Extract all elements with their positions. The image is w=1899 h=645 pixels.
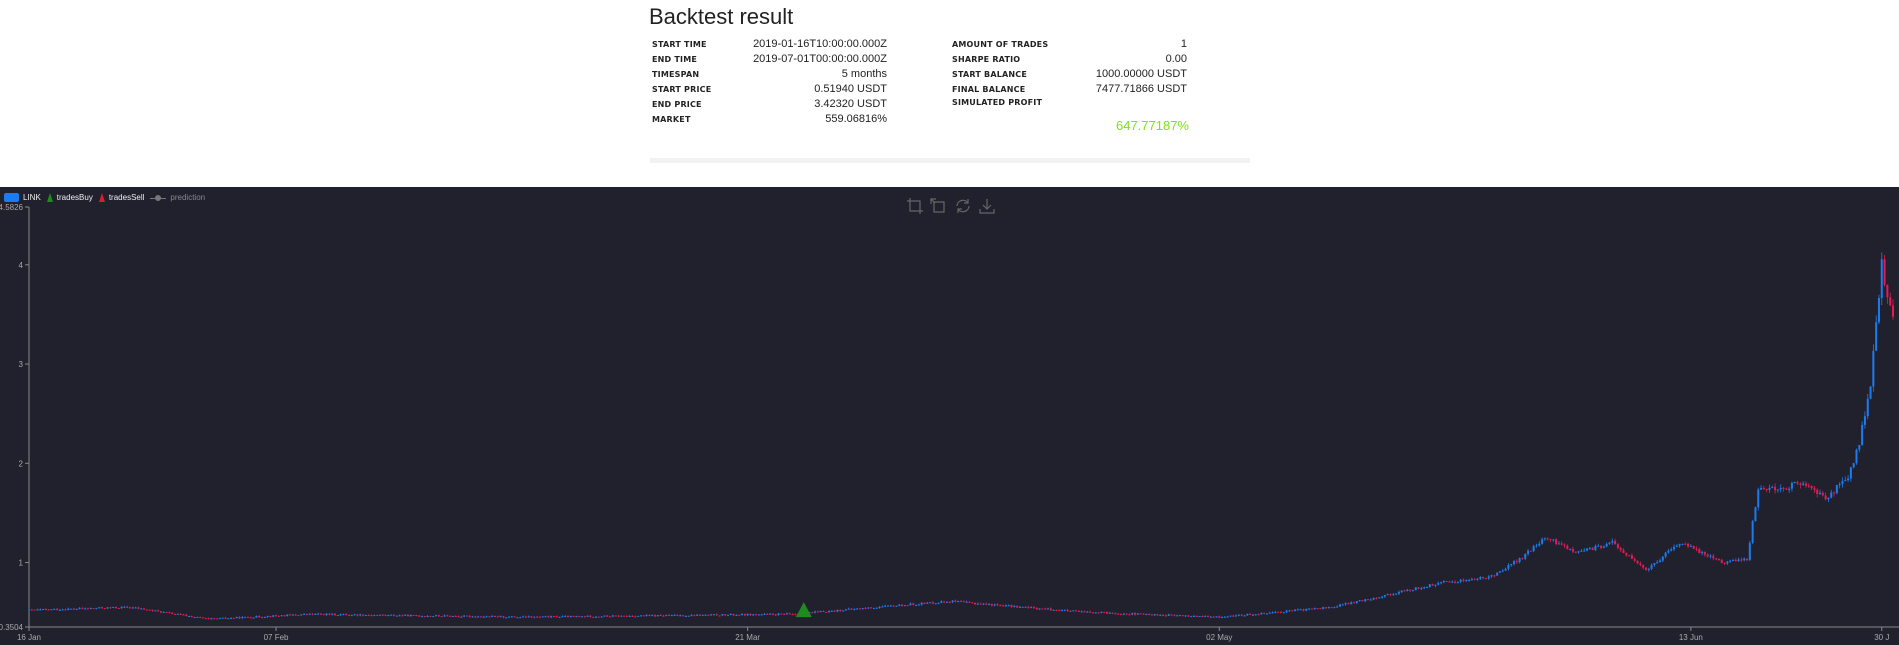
- legend-label: tradesBuy: [56, 193, 93, 202]
- legend-label: prediction: [170, 193, 206, 202]
- legend-item-prediction[interactable]: prediction: [150, 193, 205, 202]
- stat-row-amount-of-trades: AMOUNT OF TRADES 1: [952, 38, 1187, 53]
- stat-value: 1000.00000 USDT: [1095, 68, 1187, 80]
- stat-label: END PRICE: [652, 100, 702, 109]
- backtest-summary-panel: Backtest result START TIME 2019-01-16T10:…: [0, 0, 1899, 187]
- divider: [650, 158, 1250, 163]
- stat-label: START TIME: [652, 40, 707, 49]
- stat-label: END TIME: [652, 55, 698, 64]
- stat-row-final-balance: FINAL BALANCE 7477.71866 USDT: [952, 83, 1187, 98]
- stat-row-end-price: END PRICE 3.42320 USDT: [652, 98, 887, 113]
- stat-label: TIMESPAN: [652, 70, 700, 79]
- stat-row-start-time: START TIME 2019-01-16T10:00:00.000Z: [652, 38, 887, 53]
- stat-label: AMOUNT OF TRADES: [952, 40, 1049, 49]
- stat-value: 0.00: [1165, 53, 1187, 65]
- legend-item-trades-sell[interactable]: tradesSell: [98, 193, 145, 202]
- stat-label: SIMULATED PROFIT: [952, 98, 1043, 107]
- chart-toolbox: [906, 197, 996, 215]
- stat-row-start-balance: START BALANCE 1000.00000 USDT: [952, 68, 1187, 83]
- stat-value: 0.51940 USDT: [814, 83, 887, 95]
- stat-value: 559.06816%: [825, 113, 887, 125]
- stat-value: 5 months: [841, 68, 887, 80]
- stat-value: 2019-01-16T10:00:00.000Z: [753, 38, 887, 50]
- legend-label: LINK: [23, 193, 41, 202]
- stat-row-simulated-profit: SIMULATED PROFIT: [952, 98, 1187, 113]
- stat-value: 3.42320 USDT: [814, 98, 887, 110]
- zoom-reset-icon[interactable]: [930, 197, 948, 215]
- stats-right: AMOUNT OF TRADES 1 SHARPE RATIO 0.00 START…: [952, 38, 1187, 113]
- zoom-icon[interactable]: [906, 197, 924, 215]
- price-chart[interactable]: [0, 187, 1899, 645]
- stat-label: MARKET: [652, 115, 691, 124]
- triangle-up-icon: [98, 193, 105, 202]
- page-title: Backtest result: [649, 4, 794, 29]
- simulated-profit-value: 647.77187%: [1115, 118, 1189, 133]
- stat-row-market: MARKET 559.06816%: [652, 113, 887, 128]
- candlestick-icon: [4, 193, 19, 202]
- stat-row-start-price: START PRICE 0.51940 USDT: [652, 83, 887, 98]
- chart-legend: LINK tradesBuy tradesSell prediction: [4, 193, 205, 202]
- stat-label: START PRICE: [652, 85, 712, 94]
- stat-label: START BALANCE: [952, 70, 1028, 79]
- stat-row-timespan: TIMESPAN 5 months: [652, 68, 887, 83]
- stat-value: 2019-07-01T00:00:00.000Z: [753, 53, 887, 65]
- legend-item-trades-buy[interactable]: tradesBuy: [46, 193, 93, 202]
- line-marker-icon: [150, 194, 167, 202]
- legend-item-link[interactable]: LINK: [4, 193, 41, 202]
- triangle-up-icon: [46, 193, 53, 202]
- stat-row-sharpe-ratio: SHARPE RATIO 0.00: [952, 53, 1187, 68]
- legend-label: tradesSell: [108, 193, 145, 202]
- restore-icon[interactable]: [954, 197, 972, 215]
- stat-value: 1: [1180, 38, 1187, 50]
- stats-left: START TIME 2019-01-16T10:00:00.000Z END T…: [652, 38, 887, 128]
- stat-label: SHARPE RATIO: [952, 55, 1021, 64]
- stat-value: 7477.71866 USDT: [1095, 83, 1187, 95]
- stat-row-end-time: END TIME 2019-07-01T00:00:00.000Z: [652, 53, 887, 68]
- stat-label: FINAL BALANCE: [952, 85, 1026, 94]
- save-image-icon[interactable]: [978, 197, 996, 215]
